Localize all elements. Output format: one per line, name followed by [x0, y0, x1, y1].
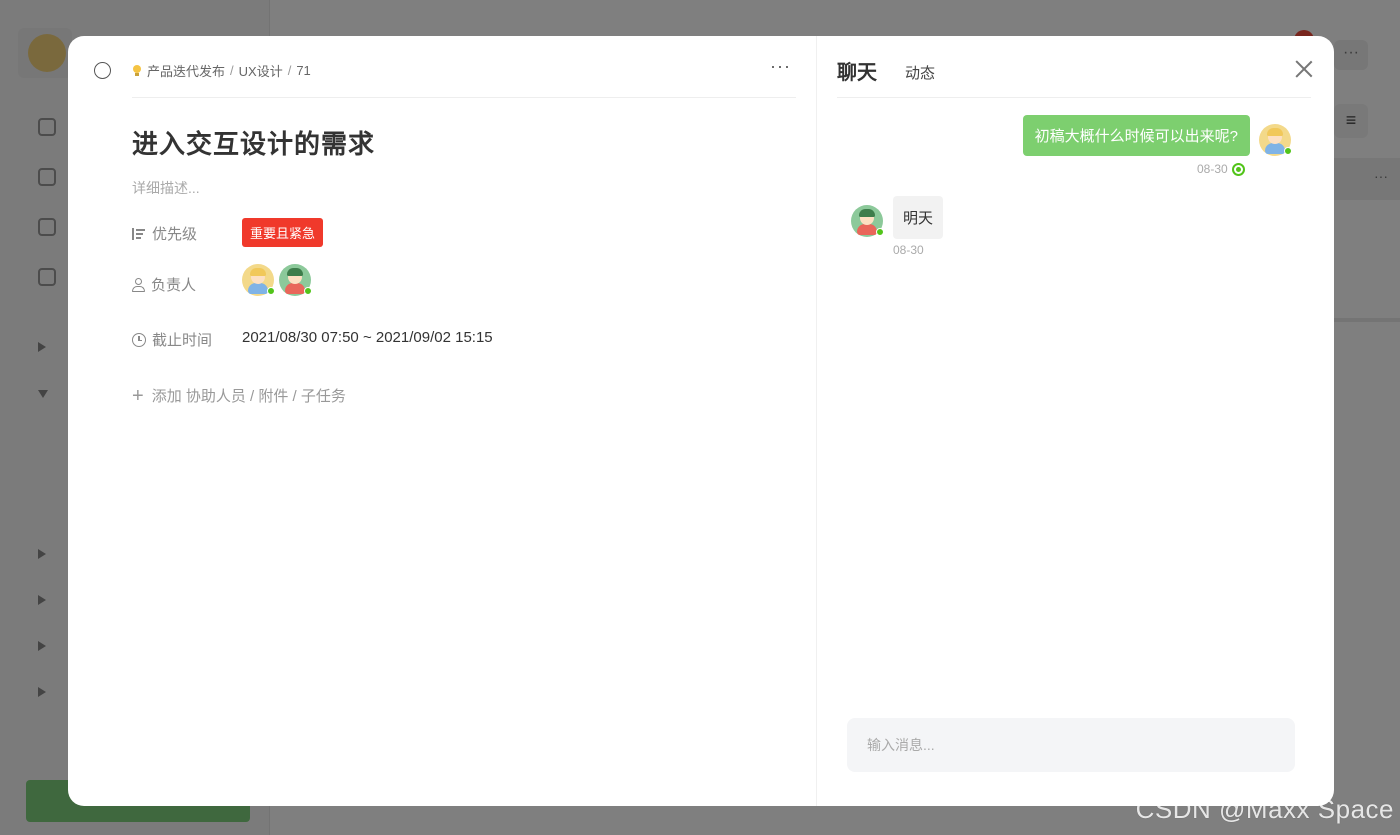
assignee-label: 负责人 [132, 274, 196, 295]
tab-chat[interactable]: 聊天 [837, 56, 877, 85]
deadline-value[interactable]: 2021/08/30 07:50 ~ 2021/09/02 15:15 [242, 329, 493, 346]
panel-divider [837, 97, 1311, 98]
add-collaborators-link[interactable]: + 添加 协助人员 / 附件 / 子任务 [132, 385, 346, 406]
breadcrumb-list[interactable]: UX设计 [239, 61, 283, 80]
breadcrumb: 产品迭代发布 / UX设计 / 71 [132, 61, 311, 80]
breadcrumb-separator: / [287, 63, 292, 78]
add-link-text: 添加 协助人员 / 附件 / 子任务 [151, 388, 346, 405]
task-detail-modal: 产品迭代发布 / UX设计 / 71 ··· 进入交互设计的需求 详细描述...… [68, 36, 1334, 806]
deadline-label-text: 截止时间 [152, 332, 213, 349]
close-icon[interactable] [1293, 58, 1315, 80]
plus-icon: + [132, 384, 144, 407]
priority-badge[interactable]: 重要且紧急 [242, 218, 324, 247]
breadcrumb-task-id: 71 [296, 63, 311, 78]
assignee-avatar[interactable] [242, 264, 275, 296]
priority-label: 优先级 [132, 223, 197, 244]
clock-icon [132, 332, 146, 347]
complete-task-checkbox[interactable] [94, 62, 111, 79]
deadline-label: 截止时间 [132, 329, 212, 350]
priority-label-text: 优先级 [152, 226, 198, 243]
person-icon [132, 277, 145, 292]
more-options-button[interactable]: ··· [770, 56, 791, 77]
other-message-bubble: 明天 [893, 196, 944, 239]
breadcrumb-separator: / [230, 63, 234, 78]
bulb-icon [132, 64, 142, 78]
online-status-dot [267, 287, 275, 295]
read-receipt-icon [1231, 162, 1245, 176]
my-message-bubble: 初稿大概什么时候可以出来呢? [1022, 115, 1250, 156]
my-avatar[interactable] [1259, 124, 1292, 156]
message-input[interactable] [847, 718, 1295, 772]
online-status-dot [1284, 147, 1292, 155]
task-title[interactable]: 进入交互设计的需求 [132, 124, 375, 161]
assignee-label-text: 负责人 [151, 277, 197, 294]
my-message-meta: 08-30 [1197, 162, 1245, 176]
priority-icon [132, 227, 146, 241]
header-divider [132, 97, 796, 98]
chat-panel: 聊天 动态 初稿大概什么时候可以出来呢? 08-30 明天 08-30 [816, 36, 1334, 806]
online-status-dot [876, 228, 884, 236]
description-field[interactable]: 详细描述... [132, 178, 200, 198]
sender-avatar[interactable] [851, 205, 884, 237]
tab-activity[interactable]: 动态 [905, 62, 935, 83]
message-time: 08-30 [893, 243, 924, 257]
assignee-avatar[interactable] [279, 264, 312, 296]
message-time: 08-30 [1197, 162, 1228, 176]
breadcrumb-project[interactable]: 产品迭代发布 [147, 61, 225, 80]
task-detail-pane: 产品迭代发布 / UX设计 / 71 ··· 进入交互设计的需求 详细描述...… [68, 36, 816, 806]
online-status-dot [304, 287, 312, 295]
